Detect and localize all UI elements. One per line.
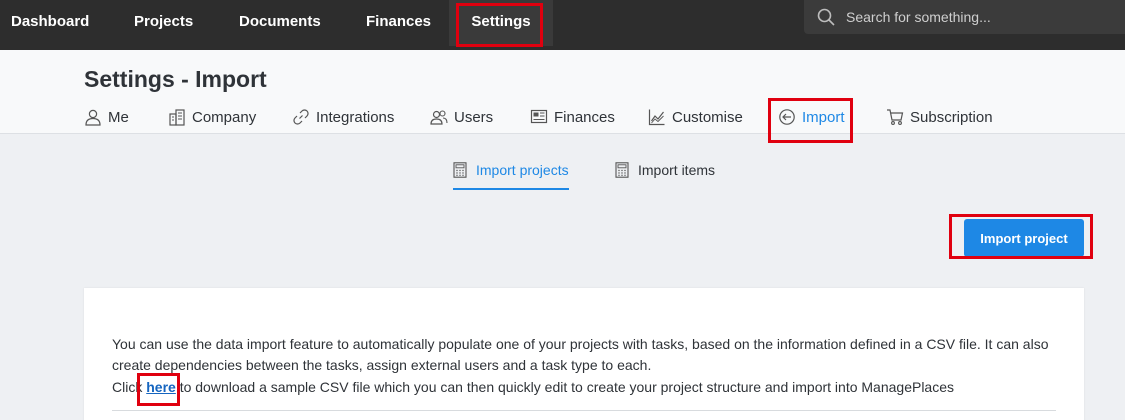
nav-documents[interactable]: Documents — [239, 0, 321, 46]
tab-company-label: Company — [192, 108, 257, 126]
tab-import-label: Import — [802, 108, 845, 126]
calculator-icon — [453, 162, 467, 178]
subtab-import-projects[interactable]: Import projects — [453, 162, 569, 190]
download-suffix: to download a sample CSV file which you … — [175, 379, 955, 395]
subtab-import-projects-label: Import projects — [476, 162, 569, 178]
import-icon — [779, 109, 795, 125]
divider — [112, 410, 1056, 411]
tab-customise-label: Customise — [672, 108, 743, 126]
tab-subscription-label: Subscription — [910, 108, 993, 126]
tab-import[interactable]: Import — [778, 106, 845, 128]
search-icon — [817, 8, 835, 26]
nav-dashboard[interactable]: Dashboard — [11, 0, 89, 46]
import-description: You can use the data import feature to a… — [112, 336, 1049, 373]
download-prefix: Click — [112, 379, 147, 395]
page-title: Settings - Import — [84, 66, 267, 92]
subtab-import-items[interactable]: Import items — [615, 162, 715, 188]
tab-customise[interactable]: Customise — [648, 106, 743, 128]
tab-me-label: Me — [108, 108, 129, 126]
building-icon — [169, 109, 185, 126]
nav-finances[interactable]: Finances — [366, 0, 431, 46]
finances-icon — [530, 109, 548, 124]
search-input[interactable] — [846, 0, 1116, 34]
chart-icon — [648, 109, 665, 126]
sample-csv-link[interactable]: here — [146, 379, 176, 395]
import-project-button[interactable]: Import project — [964, 219, 1084, 257]
tab-company[interactable]: Company — [168, 106, 256, 128]
link-icon — [293, 109, 309, 125]
sample-download-text: Click here to download a sample CSV file… — [112, 377, 1062, 398]
tab-integrations[interactable]: Integrations — [292, 106, 394, 128]
tab-me[interactable]: Me — [84, 106, 129, 128]
calculator-icon — [615, 162, 629, 178]
user-icon — [85, 109, 101, 126]
tab-integrations-label: Integrations — [316, 108, 395, 126]
tab-finances[interactable]: Finances — [530, 106, 615, 128]
search-box[interactable] — [804, 0, 1125, 34]
import-info-card: You can use the data import feature to a… — [84, 288, 1084, 420]
nav-settings[interactable]: Settings — [449, 0, 553, 46]
users-icon — [430, 110, 448, 125]
subtab-import-items-label: Import items — [638, 162, 716, 178]
tab-users[interactable]: Users — [430, 106, 493, 128]
tab-subscription[interactable]: Subscription — [886, 106, 993, 128]
nav-projects[interactable]: Projects — [134, 0, 193, 46]
tab-users-label: Users — [454, 108, 494, 126]
cart-icon — [887, 109, 904, 125]
settings-header: Settings - Import Me Company Integration… — [0, 50, 1125, 134]
top-navigation: Dashboard Projects Documents Finances Se… — [0, 0, 1125, 50]
tab-finances-label: Finances — [554, 108, 615, 126]
